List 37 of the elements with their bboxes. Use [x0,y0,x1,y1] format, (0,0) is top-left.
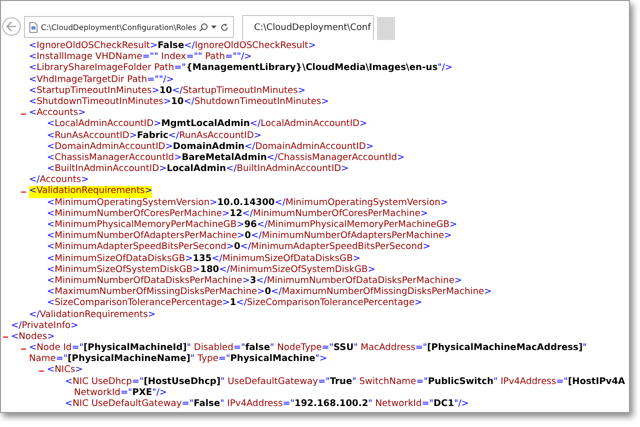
xml-line: <Node Id="[PhysicalMachineId]" Disabled="false" NodeType="SSU" MacAddress="[PhysicalMachineMacAddress]" [29,343,587,354]
xml-line: <Nodes> [11,332,55,343]
xml-line: <StartupTimeoutInMinutes>10</StartupTimeoutInMinutes> [29,86,306,97]
xml-line: NetworkId="PXE"/> [74,388,168,399]
xml-line: <NICs> [47,365,83,377]
xml-line: <NIC UseDefaultGateway="False" IPv4Address="192.168.100.2" NetworkId="DC1"/> [65,399,469,410]
xml-line: <BuiltInAdminAccountID>LocalAdmin</BuiltInAdminAccountID> [47,164,349,175]
xml-line: <MaximumNumberOfMissingDisksPerMachine>0</MaximumNumberOfMissingDisksPerMachine> [47,287,492,298]
xml-line: <MinimumOperatingSystemVersion>10.0.14300</MinimumOperatingSystemVersion> [47,198,448,209]
xml-line: <NIC UseDhcp="[HostUseDhcp]" UseDefaultGateway="True" SwitchName="PublicSwitch" IPv4Address="[HostIPv4A [65,376,626,388]
refresh-icon[interactable] [220,22,229,32]
xml-line: <MinimumNumberOfAdaptersPerMachine>0</MinimumNumberOfAdaptersPerMachine> [47,231,452,242]
xml-line: <MinimumNumberOfDataDisksPerMachine>3</MinimumNumberOfDataDisksPerMachine> [47,276,462,287]
xml-line: <SizeComparisonTolerancePercentage>1</SizeComparisonTolerancePercentage> [47,298,422,310]
xml-line: <ShutdownTimeoutInMinutes>10</ShutdownTimeoutInMinutes> [29,96,329,108]
xml-line: </ValidationRequirements> [29,310,156,321]
xml-line: <MinimumAdapterSpeedBitsPerSecond>0</MinimumAdapterSpeedBitsPerSecond> [47,242,430,254]
xml-line: <LocalAdminAccountID>MgmtLocalAdmin</LocalAdminAccountID> [47,119,368,131]
xml-line: <Accounts> [29,108,86,119]
xml-line: <MinimumSizeOfSystemDiskGB>180</MinimumSizeOfSystemDiskGB> [47,264,376,276]
page-icon [29,20,38,34]
xml-line: </PrivateInfo> [11,320,78,332]
xml-line: </Accounts> [29,175,89,186]
xml-line: <RunAsAccountID>Fabric</RunAsAccountID> [47,130,262,142]
xml-line: <InstallImage VHDName="" Index="" Path=""/> [29,52,252,63]
xml-line: <ChassisManagerAccountId>BareMetalAdmin</ChassisManagerAccountId> [47,152,405,164]
search-icon[interactable] [199,22,208,32]
xml-line: <LibraryShareImageFolder Path="{ManagementLibrary}\CloudMedia\Images\en-us"/> [29,63,453,75]
xml-line: <IgnoreOldOSCheckResult>False</IgnoreOldOSCheckResult> [29,41,316,52]
xml-line: <MinimumNumberOfCoresPerMachine>12</MinimumNumberOfCoresPerMachine> [47,208,428,220]
xml-line: <VhdImageTargetDir Path=""/> [29,74,174,86]
xml-line: <MinimumPhysicalMemoryPerMachineGB>96</MinimumPhysicalMemoryPerMachineGB> [47,220,458,231]
xml-line: <DomainAdminAccountID>DomainAdmin</DomainAdminAccountID> [47,142,374,153]
browser-tab[interactable]: C:\CloudDeployment\Conf [242,15,374,40]
caret-icon[interactable] [211,24,218,30]
xml-line: Name="[PhysicalMachineName]" Type="PhysicalMachine"> [29,354,328,365]
xml-line: <MinimumSizeOfDataDisksGB>135</MinimumSizeOfDataDisksGB> [47,254,360,265]
